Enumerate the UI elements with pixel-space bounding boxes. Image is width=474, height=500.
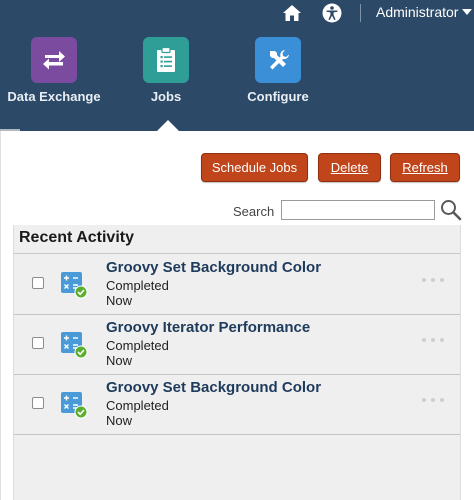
app-header: Administrator Data Exchange Jobs Configu…	[0, 0, 474, 132]
job-name-link[interactable]: Groovy Set Background Color	[106, 379, 321, 396]
refresh-button-label: Refresh	[402, 160, 448, 175]
row-checkbox[interactable]	[32, 277, 44, 289]
delete-button-label: Delete	[330, 160, 369, 175]
calculator-job-icon	[60, 331, 88, 359]
schedule-jobs-button[interactable]: Schedule Jobs	[201, 153, 308, 182]
refresh-button[interactable]: Refresh	[390, 153, 460, 182]
search-input[interactable]	[281, 200, 435, 220]
topbar-divider	[360, 4, 361, 22]
search-label: Search	[233, 204, 275, 219]
clipboard-icon	[143, 37, 189, 83]
job-time: Now	[106, 353, 133, 368]
job-status: Completed	[106, 278, 169, 293]
calculator-job-icon	[60, 391, 88, 419]
swap-arrows-icon	[31, 37, 77, 83]
accessibility-icon[interactable]	[321, 2, 343, 24]
nav-label-configure: Configure	[247, 89, 309, 104]
nav-label-jobs: Jobs	[150, 89, 182, 104]
more-options-icon[interactable]	[422, 395, 444, 405]
list-item[interactable]: Groovy Iterator Performance Completed No…	[14, 315, 460, 375]
job-name-link[interactable]: Groovy Set Background Color	[106, 259, 321, 276]
row-checkbox[interactable]	[32, 337, 44, 349]
more-options-icon[interactable]	[422, 335, 444, 345]
job-time: Now	[106, 413, 133, 428]
wrench-hammer-icon	[255, 37, 301, 83]
job-status: Completed	[106, 338, 169, 353]
home-icon[interactable]	[281, 2, 303, 24]
recent-activity-title: Recent Activity	[19, 229, 134, 246]
divider	[14, 253, 460, 254]
nav-jobs[interactable]: Jobs	[111, 37, 221, 104]
chevron-down-icon	[462, 9, 473, 15]
row-checkbox[interactable]	[32, 397, 44, 409]
job-status: Completed	[106, 398, 169, 413]
user-menu-label: Administrator	[376, 4, 459, 20]
recent-activity-list: Recent Activity Groovy Set Background Co…	[13, 225, 461, 500]
delete-button[interactable]: Delete	[318, 153, 381, 182]
search-icon[interactable]	[439, 198, 463, 222]
job-time: Now	[106, 293, 133, 308]
more-options-icon[interactable]	[422, 275, 444, 285]
nav-label-data-exchange: Data Exchange	[7, 89, 101, 104]
nav-configure[interactable]: Configure	[223, 37, 333, 104]
calculator-job-icon	[60, 271, 88, 299]
user-menu[interactable]: Administrator	[376, 4, 473, 20]
nav-data-exchange[interactable]: Data Exchange	[0, 37, 109, 104]
job-name-link[interactable]: Groovy Iterator Performance	[106, 319, 310, 336]
list-item[interactable]: Groovy Set Background Color Completed No…	[14, 255, 460, 315]
active-nav-pointer	[157, 120, 179, 131]
list-item[interactable]: Groovy Set Background Color Completed No…	[14, 375, 460, 435]
